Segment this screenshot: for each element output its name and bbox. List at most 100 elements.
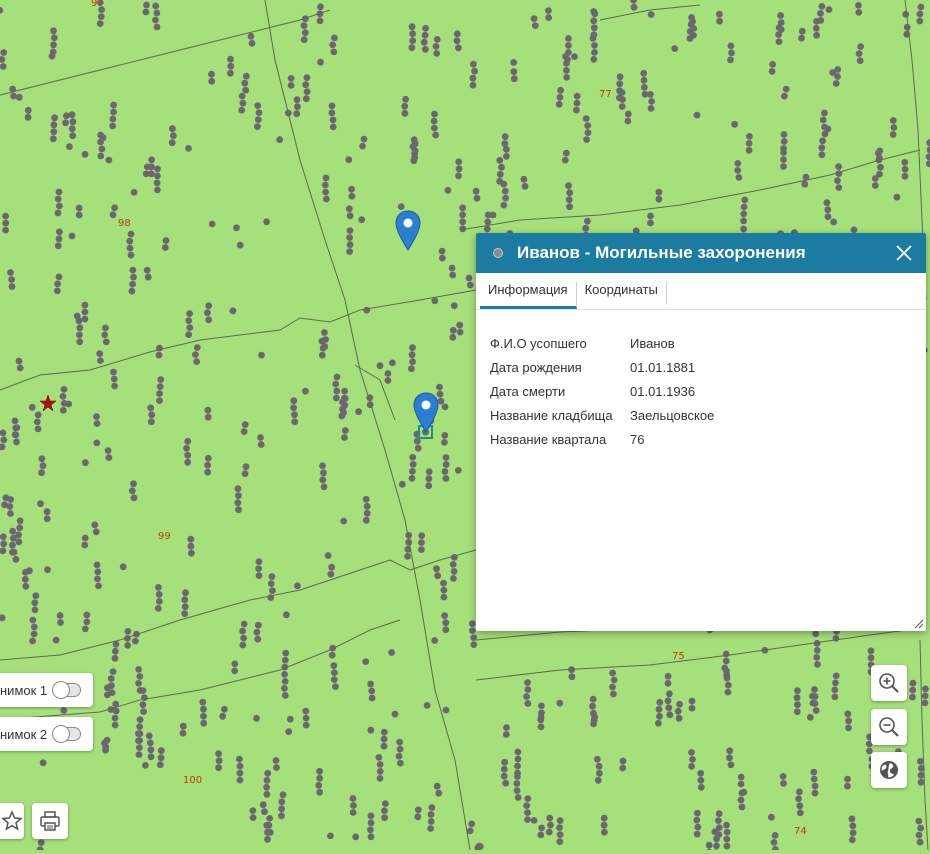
grave-marker[interactable] (381, 743, 388, 750)
grave-marker[interactable] (227, 56, 234, 63)
grave-marker[interactable] (590, 17, 597, 24)
grave-marker[interactable] (136, 673, 143, 680)
grave-marker[interactable] (557, 87, 564, 94)
grave-marker[interactable] (97, 153, 104, 160)
grave-marker[interactable] (56, 189, 63, 196)
grave-marker[interactable] (563, 150, 570, 157)
grave-marker[interactable] (431, 637, 438, 644)
grave-marker[interactable] (450, 561, 457, 568)
grave-marker[interactable] (205, 455, 212, 462)
grave-marker[interactable] (584, 122, 591, 129)
grave-marker[interactable] (113, 708, 120, 715)
grave-marker[interactable] (301, 22, 308, 29)
grave-marker[interactable] (56, 228, 63, 235)
grave-marker[interactable] (734, 167, 741, 174)
grave-marker[interactable] (470, 641, 477, 648)
grave-marker[interactable] (844, 776, 851, 783)
grave-marker[interactable] (233, 224, 240, 231)
grave-marker[interactable] (524, 809, 531, 816)
grave-marker[interactable] (525, 686, 532, 693)
grave-marker[interactable] (70, 118, 77, 125)
grave-marker[interactable] (731, 121, 738, 128)
grave-marker[interactable] (266, 822, 273, 829)
grave-marker[interactable] (347, 227, 354, 234)
grave-marker[interactable] (37, 846, 44, 850)
grave-marker[interactable] (431, 118, 438, 125)
grave-marker[interactable] (248, 33, 255, 40)
grave-marker[interactable] (56, 203, 63, 210)
grave-marker[interactable] (143, 2, 150, 9)
grave-marker[interactable] (498, 164, 505, 171)
grave-marker[interactable] (715, 817, 722, 824)
grave-marker[interactable] (676, 701, 683, 708)
grave-marker[interactable] (60, 707, 67, 714)
grave-marker[interactable] (850, 829, 857, 836)
grave-marker[interactable] (282, 692, 289, 699)
grave-marker[interactable] (155, 605, 162, 612)
grave-marker[interactable] (95, 583, 102, 590)
grave-marker[interactable] (55, 196, 62, 203)
grave-marker[interactable] (396, 753, 403, 760)
grave-marker[interactable] (61, 400, 68, 407)
grave-marker[interactable] (330, 117, 337, 124)
grave-marker[interactable] (182, 589, 189, 596)
grave-marker[interactable] (890, 131, 897, 138)
grave-marker[interactable] (590, 710, 597, 717)
grave-marker[interactable] (434, 572, 441, 579)
grave-marker[interactable] (182, 603, 189, 610)
grave-marker[interactable] (40, 462, 47, 469)
grave-marker[interactable] (50, 135, 57, 142)
grave-marker[interactable] (56, 235, 63, 242)
grave-marker[interactable] (112, 648, 119, 655)
grave-marker[interactable] (557, 94, 564, 101)
grave-marker[interactable] (16, 94, 23, 101)
grave-marker[interactable] (693, 817, 700, 824)
grave-marker[interactable] (894, 194, 901, 201)
grave-marker[interactable] (256, 572, 263, 579)
grave-marker[interactable] (904, 24, 911, 31)
grave-marker[interactable] (502, 195, 509, 202)
grave-marker[interactable] (294, 96, 301, 103)
grave-marker[interactable] (94, 562, 101, 569)
grave-marker[interactable] (689, 698, 696, 705)
grave-marker[interactable] (331, 669, 338, 676)
grave-marker[interactable] (647, 220, 654, 227)
grave-marker[interactable] (280, 791, 287, 798)
grave-marker[interactable] (443, 461, 450, 468)
grave-marker[interactable] (319, 462, 326, 469)
grave-marker[interactable] (0, 547, 6, 554)
grave-marker[interactable] (845, 724, 852, 731)
grave-marker[interactable] (140, 687, 147, 694)
grave-marker[interactable] (716, 11, 723, 18)
grave-marker[interactable] (0, 7, 3, 14)
grave-marker[interactable] (630, 0, 637, 4)
grave-marker[interactable] (22, 576, 29, 583)
grave-marker[interactable] (148, 753, 155, 760)
snapshot-2-toggle[interactable]: нимок 2 (0, 717, 93, 751)
grave-marker[interactable] (431, 111, 438, 118)
grave-marker[interactable] (148, 746, 155, 753)
grave-marker[interactable] (876, 148, 883, 155)
grave-marker[interactable] (415, 445, 422, 452)
grave-marker[interactable] (273, 757, 280, 764)
grave-marker[interactable] (675, 708, 682, 715)
grave-marker[interactable] (422, 25, 429, 32)
grave-marker[interactable] (255, 622, 262, 629)
grave-marker[interactable] (94, 576, 101, 583)
grave-marker[interactable] (12, 432, 19, 439)
grave-marker[interactable] (101, 332, 108, 339)
grave-marker[interactable] (57, 619, 64, 626)
grave-marker[interactable] (777, 12, 784, 19)
grave-marker[interactable] (304, 88, 311, 95)
toggle-switch[interactable] (53, 727, 81, 741)
grave-marker[interactable] (333, 388, 340, 395)
grave-marker[interactable] (926, 153, 930, 160)
grave-marker[interactable] (94, 420, 101, 427)
grave-marker[interactable] (347, 241, 354, 248)
grave-marker[interactable] (781, 93, 788, 100)
grave-marker[interactable] (135, 680, 142, 687)
grave-marker[interactable] (93, 528, 100, 535)
grave-marker[interactable] (565, 35, 572, 42)
grave-marker[interactable] (825, 126, 832, 133)
grave-marker[interactable] (0, 444, 6, 451)
